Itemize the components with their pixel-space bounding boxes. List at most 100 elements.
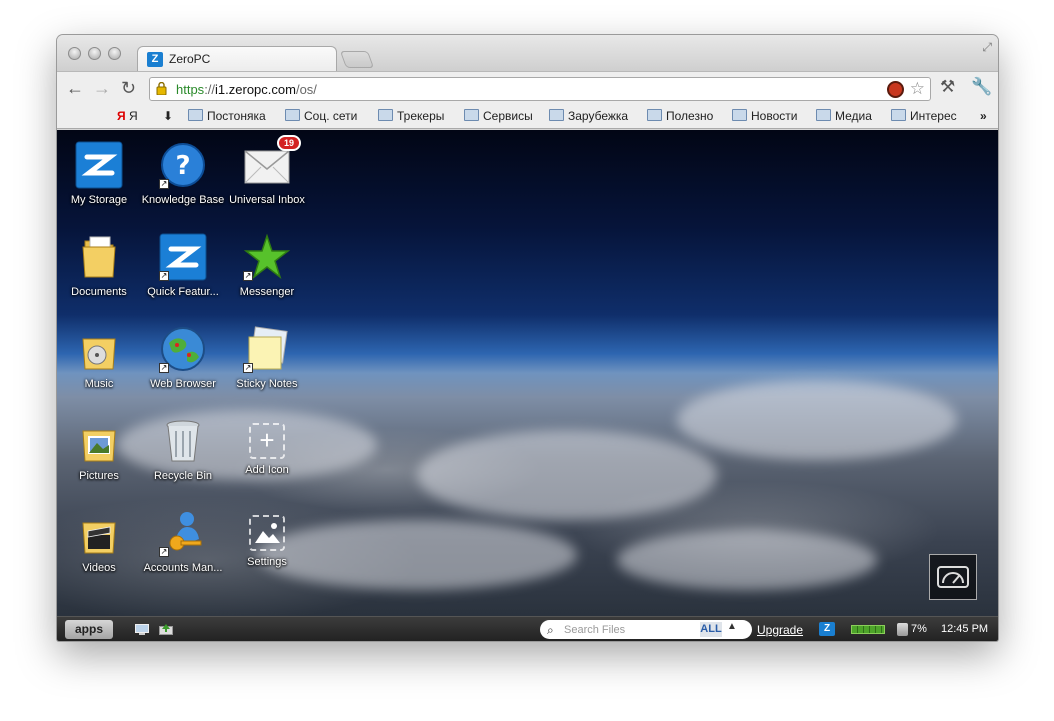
tab-zeropc[interactable]: Z ZeroPC (137, 46, 337, 72)
search-icon: ⌕ (547, 623, 554, 637)
icon-label: Sticky Notes (236, 378, 298, 390)
close-window-button[interactable] (68, 47, 81, 60)
unread-count-badge: 19 (277, 135, 301, 151)
zeropc-favicon-icon: Z (147, 52, 163, 67)
desktop-icon-videos[interactable]: Videos (57, 509, 144, 574)
icon-label: Messenger (239, 286, 295, 298)
url-path: /os/ (295, 82, 317, 97)
bookmark-folder-useful[interactable]: Полезно (647, 109, 713, 123)
folder-icon (378, 109, 393, 121)
chevron-up-icon[interactable]: ▲ (727, 621, 737, 632)
desktop-icon-web-browser[interactable]: ↗ Web Browser (138, 325, 228, 390)
bookmark-folder-media[interactable]: Медиа (816, 109, 872, 123)
folder-icon (75, 233, 123, 281)
bookmarks-bar: Я Я ⬇ Постоняка Соц. сети Трекеры Сервис… (57, 105, 998, 129)
icon-label: Quick Featur... (147, 286, 219, 298)
search-files-input[interactable] (564, 622, 694, 637)
tab-strip: Z ZeroPC ⤢ (57, 35, 998, 72)
forward-arrow-icon[interactable]: → (93, 78, 111, 98)
folder-icon (285, 109, 300, 121)
bookmark-folder-abroad[interactable]: Зарубежка (549, 109, 628, 123)
gauge-icon (937, 566, 969, 588)
desktop-icon-documents[interactable]: Documents (57, 233, 144, 298)
wrench-icon[interactable]: 🔧 (971, 77, 992, 97)
desktop-icon-quick-features[interactable]: ↗ Quick Featur... (138, 233, 228, 298)
folder-icon (647, 109, 662, 121)
desktop-icon-pictures[interactable]: Pictures (57, 417, 144, 482)
download-bookmark-icon[interactable]: ⬇ (163, 109, 173, 123)
extension-icon[interactable]: ⚒ (940, 77, 955, 97)
blocker-extension-icon[interactable] (887, 81, 904, 98)
sticky-notes-icon: ↗ (243, 325, 291, 373)
performance-gauge-widget[interactable] (929, 554, 977, 600)
music-folder-icon (75, 325, 123, 373)
shortcut-arrow-icon: ↗ (159, 179, 169, 189)
icon-label: Recycle Bin (153, 470, 213, 482)
browser-window: Z ZeroPC ⤢ ← → ↻ https://i1.zeropc.com/o… (57, 35, 998, 641)
zeropc-tray-icon[interactable]: Z (819, 622, 835, 636)
shortcut-arrow-icon: ↗ (159, 271, 169, 281)
svg-text:?: ? (175, 151, 190, 181)
bookmark-folder-services[interactable]: Сервисы (464, 109, 533, 123)
desktop-icon-messenger[interactable]: ↗ Messenger (222, 233, 312, 298)
show-desktop-icon[interactable] (135, 624, 149, 635)
icon-label: Accounts Man... (143, 562, 223, 574)
zeropc-desktop: My Storage Documents Music Pictures Vide… (57, 130, 998, 616)
star-icon: ↗ (243, 233, 291, 281)
zeropc-logo-icon (75, 141, 123, 189)
url-host: i1.zeropc.com (215, 82, 296, 97)
globe-icon: ↗ (159, 325, 207, 373)
more-bookmarks-icon[interactable]: » (980, 109, 987, 123)
desktop-icon-sticky-notes[interactable]: ↗ Sticky Notes (222, 325, 312, 390)
zoom-window-button[interactable] (108, 47, 121, 60)
cloud-layer (617, 530, 877, 590)
bookmark-folder-trackers[interactable]: Трекеры (378, 109, 444, 123)
bookmark-folder-postoyanka[interactable]: Постоняка (188, 109, 266, 123)
desktop-icon-accounts-manager[interactable]: ↗ Accounts Man... (138, 509, 228, 574)
address-bar[interactable]: https://i1.zeropc.com/os/ ☆ (149, 77, 931, 101)
battery-meter-icon (851, 625, 885, 634)
apps-button[interactable]: apps (65, 620, 113, 639)
trash-icon (159, 417, 207, 465)
fullscreen-icon[interactable]: ⤢ (982, 40, 992, 55)
desktop-icon-universal-inbox[interactable]: 19 Universal Inbox (222, 135, 312, 206)
folder-icon (188, 109, 203, 121)
icon-label: Settings (247, 556, 287, 568)
yandex-bookmark[interactable]: Я Я (117, 109, 138, 123)
desktop-icon-add-icon[interactable]: + Add Icon (222, 417, 312, 476)
mail-icon: 19 (243, 135, 301, 189)
desktop-icon-knowledge-base[interactable]: ? ↗ Knowledge Base (138, 141, 228, 206)
icon-label: Universal Inbox (229, 194, 305, 206)
desktop-icon-my-storage[interactable]: My Storage (57, 141, 144, 206)
upload-icon[interactable] (159, 624, 173, 635)
tab-title: ZeroPC (169, 52, 211, 66)
folder-icon (549, 109, 564, 121)
desktop-icon-settings[interactable]: Settings (222, 509, 312, 568)
new-tab-button[interactable] (339, 51, 375, 68)
url-scheme: https (176, 82, 205, 97)
cloud-layer (677, 380, 957, 460)
desktop-icon-recycle-bin[interactable]: Recycle Bin (138, 417, 228, 482)
bookmark-folder-social[interactable]: Соц. сети (285, 109, 357, 123)
bookmark-star-icon[interactable]: ☆ (910, 79, 925, 99)
videos-folder-icon (75, 509, 123, 557)
icon-label: Music (84, 378, 114, 390)
shortcut-arrow-icon: ↗ (159, 547, 169, 557)
plus-icon: + (249, 423, 285, 459)
minimize-window-button[interactable] (88, 47, 101, 60)
yandex-icon: Я (117, 109, 126, 123)
desktop-icon-music[interactable]: Music (57, 325, 144, 390)
icon-label: Add Icon (245, 464, 289, 476)
url-text: https://i1.zeropc.com/os/ (176, 82, 317, 97)
reload-icon[interactable]: ↻ (121, 78, 136, 98)
bookmark-folder-news[interactable]: Новости (732, 109, 797, 123)
back-arrow-icon[interactable]: ← (66, 78, 84, 98)
shortcut-arrow-icon: ↗ (243, 271, 253, 281)
icon-label: Web Browser (150, 378, 216, 390)
upgrade-link[interactable]: Upgrade (757, 623, 803, 637)
pictures-folder-icon (75, 417, 123, 465)
disk-usage-icon (897, 623, 908, 636)
search-scope-selector[interactable]: ALL (700, 622, 722, 637)
usage-percent: 7% (911, 623, 927, 635)
bookmark-folder-interest[interactable]: Интерес (891, 109, 957, 123)
